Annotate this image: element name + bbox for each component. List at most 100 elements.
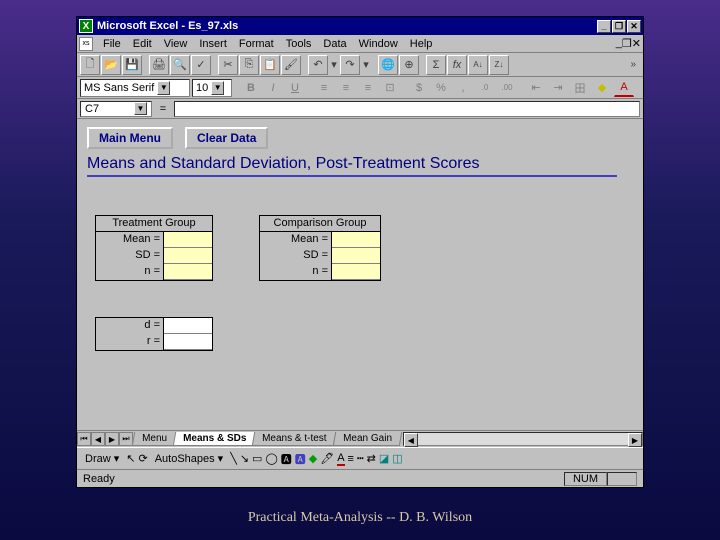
worksheet-area[interactable]: Main Menu Clear Data Means and Standard … [77, 119, 643, 430]
undo-icon[interactable]: ↶ [308, 55, 328, 75]
sort-desc-icon[interactable]: Z↓ [489, 55, 509, 75]
rectangle-icon[interactable]: ▭ [252, 452, 262, 465]
rotate-icon[interactable]: ⟳ [138, 452, 147, 465]
fill-color-icon[interactable]: ◆ [592, 79, 612, 97]
oval-icon[interactable]: ◯ [265, 452, 277, 465]
decrease-decimal-icon[interactable]: .00 [497, 79, 517, 97]
increase-indent-icon[interactable]: ⇥ [548, 79, 568, 97]
merge-icon[interactable]: ⊡ [380, 79, 400, 97]
paste-icon[interactable]: 📋 [260, 55, 280, 75]
tab-means-ttest[interactable]: Means & t-test [252, 432, 337, 446]
align-center-icon[interactable]: ≡ [336, 79, 356, 97]
comparison-n-input[interactable] [332, 264, 380, 280]
spellcheck-icon[interactable]: ✓ [191, 55, 211, 75]
line-icon[interactable]: ╲ [230, 452, 237, 465]
line-weight-icon[interactable]: ≡ [348, 453, 354, 465]
shadow-icon[interactable]: ◪ [379, 452, 389, 465]
currency-icon[interactable]: $ [409, 79, 429, 97]
new-icon[interactable]: 🗋 [80, 55, 100, 75]
cut-icon[interactable]: ✂ [218, 55, 238, 75]
chevron-down-icon[interactable]: ▼ [211, 81, 224, 95]
increase-decimal-icon[interactable]: .0 [475, 79, 495, 97]
menu-insert[interactable]: Insert [193, 36, 233, 52]
arrow-style-icon[interactable]: ⇄ [367, 452, 376, 465]
decrease-indent-icon[interactable]: ⇤ [526, 79, 546, 97]
tab-mean-gain[interactable]: Mean Gain [333, 432, 402, 446]
treatment-sd-input[interactable] [164, 248, 212, 264]
hyperlink-icon[interactable]: 🌐 [378, 55, 398, 75]
menu-help[interactable]: Help [404, 36, 439, 52]
comparison-sd-input[interactable] [332, 248, 380, 264]
select-icon[interactable]: ↖ [126, 452, 135, 465]
tab-menu[interactable]: Menu [132, 432, 177, 446]
menu-data[interactable]: Data [317, 36, 352, 52]
textbox-icon[interactable]: 🅰 [281, 451, 292, 467]
print-icon[interactable]: 🖨 [149, 55, 169, 75]
main-menu-button[interactable]: Main Menu [87, 127, 173, 149]
scroll-left-icon[interactable]: ◀ [404, 433, 418, 447]
percent-icon[interactable]: % [431, 79, 451, 97]
scroll-right-icon[interactable]: ▶ [628, 433, 642, 447]
clear-data-button[interactable]: Clear Data [185, 127, 268, 149]
workbook-icon[interactable]: xs [79, 37, 93, 51]
name-box[interactable]: C7 ▼ [80, 101, 152, 117]
undo-dropdown-icon[interactable]: ▾ [329, 55, 339, 75]
redo-icon[interactable]: ↷ [340, 55, 360, 75]
threed-icon[interactable]: ◫ [392, 452, 402, 465]
sort-asc-icon[interactable]: A↓ [468, 55, 488, 75]
preview-icon[interactable]: 🔍 [170, 55, 190, 75]
copy-icon[interactable]: ⎘ [239, 55, 259, 75]
menu-view[interactable]: View [158, 36, 194, 52]
dash-style-icon[interactable]: ┅ [357, 452, 364, 465]
arrow-icon[interactable]: ↘ [240, 452, 249, 465]
autoshapes-menu[interactable]: AutoShapes ▾ [151, 450, 228, 467]
font-color-icon[interactable]: A [614, 79, 634, 97]
chevron-down-icon[interactable]: ▼ [134, 102, 147, 115]
menu-file[interactable]: File [97, 36, 127, 52]
wordart-icon[interactable]: 🅰 [295, 451, 306, 467]
font-combo[interactable]: MS Sans Serif ▼ [80, 79, 190, 97]
web-icon[interactable]: ⊕ [399, 55, 419, 75]
open-icon[interactable]: 📂 [101, 55, 121, 75]
treatment-n-input[interactable] [164, 264, 212, 280]
doc-close-button[interactable]: ✕ [632, 37, 641, 50]
draw-font-color-icon[interactable]: A [337, 452, 344, 466]
align-left-icon[interactable]: ≡ [314, 79, 334, 97]
chevron-down-icon[interactable]: ▼ [157, 81, 170, 95]
line-color-icon[interactable]: 🖊 [320, 452, 334, 465]
tab-next-icon[interactable]: ▶ [105, 432, 119, 446]
menu-window[interactable]: Window [353, 36, 404, 52]
close-button[interactable]: ✕ [627, 20, 641, 33]
horizontal-scrollbar[interactable]: ◀ ▶ [403, 432, 643, 446]
borders-icon[interactable]: 田 [570, 79, 590, 97]
fill-color-icon[interactable]: ◆ [309, 452, 317, 465]
doc-restore-button[interactable]: ❐ [622, 37, 632, 50]
autosum-icon[interactable]: Σ [426, 55, 446, 75]
bold-button[interactable]: B [241, 79, 261, 97]
italic-button[interactable]: I [263, 79, 283, 97]
font-size-combo[interactable]: 10 ▼ [192, 79, 232, 97]
scroll-up-icon[interactable]: ▲ [629, 120, 643, 134]
tab-first-icon[interactable]: ⏮ [77, 432, 91, 446]
save-icon[interactable]: 💾 [122, 55, 142, 75]
menu-edit[interactable]: Edit [127, 36, 158, 52]
tab-last-icon[interactable]: ⏭ [119, 432, 133, 446]
underline-button[interactable]: U [285, 79, 305, 97]
fx-icon[interactable]: fx [447, 55, 467, 75]
treatment-mean-input[interactable] [164, 232, 212, 248]
maximize-button[interactable]: ❐ [612, 20, 626, 33]
formula-input[interactable] [174, 101, 640, 117]
menu-format[interactable]: Format [233, 36, 280, 52]
comma-icon[interactable]: , [453, 79, 473, 97]
tab-prev-icon[interactable]: ◀ [91, 432, 105, 446]
scroll-down-icon[interactable]: ▼ [629, 415, 643, 429]
draw-menu[interactable]: Draw ▾ [81, 450, 123, 467]
format-painter-icon[interactable]: 🖌 [281, 55, 301, 75]
vertical-scrollbar[interactable]: ▲ ▼ [627, 119, 643, 430]
menu-tools[interactable]: Tools [280, 36, 318, 52]
align-right-icon[interactable]: ≡ [358, 79, 378, 97]
minimize-button[interactable]: _ [597, 20, 611, 33]
redo-dropdown-icon[interactable]: ▾ [361, 55, 371, 75]
comparison-mean-input[interactable] [332, 232, 380, 248]
toolbar-overflow-icon[interactable]: » [630, 59, 640, 70]
